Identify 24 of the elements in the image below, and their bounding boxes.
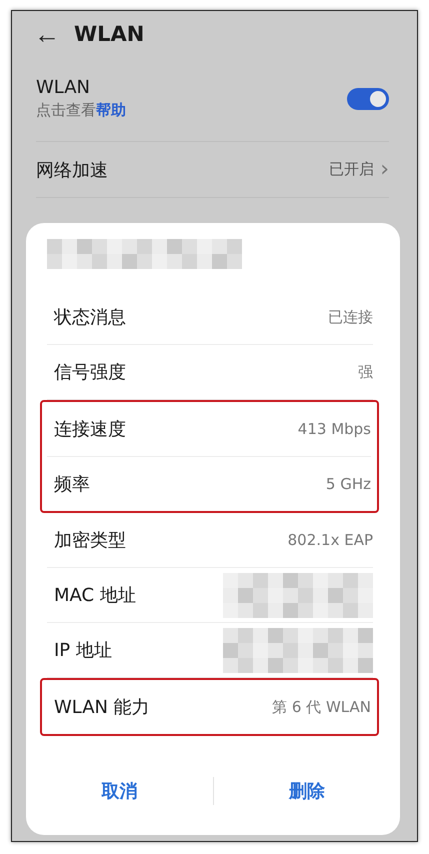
chevron-icon: › — [380, 157, 389, 182]
info-label: 频率 — [54, 473, 90, 496]
info-label: MAC 地址 — [54, 584, 136, 607]
info-label: 连接速度 — [54, 418, 126, 441]
info-value: 413 Mbps — [298, 420, 371, 438]
info-value: 5 GHz — [326, 475, 371, 493]
delete-button[interactable]: 删除 — [214, 778, 400, 804]
info-value: 第 6 代 WLAN — [272, 698, 371, 716]
setting-label: 网络加速 — [36, 158, 108, 182]
info-value: 802.1x EAP — [288, 531, 373, 549]
toggle-switch[interactable] — [347, 88, 389, 110]
info-label: WLAN 能力 — [54, 696, 150, 719]
setting-value: 已开启 — [329, 160, 374, 179]
back-button[interactable]: ← — [34, 20, 60, 46]
info-label: IP 地址 — [54, 639, 112, 662]
help-text: 点击查看帮助 — [36, 101, 126, 120]
page-title: WLAN — [74, 22, 144, 46]
info-label: 加密类型 — [54, 529, 126, 552]
info-value: 已连接 — [328, 308, 373, 326]
info-label: 信号强度 — [54, 361, 126, 384]
info-value: 强 — [358, 362, 373, 382]
cancel-button[interactable]: 取消 — [26, 778, 212, 804]
info-label: 状态消息 — [54, 306, 126, 329]
setting-label: WLAN — [36, 77, 92, 98]
